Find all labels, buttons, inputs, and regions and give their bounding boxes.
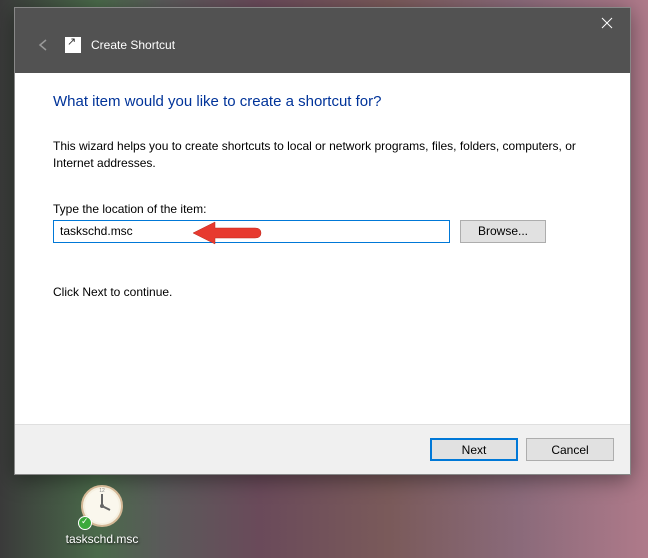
location-input[interactable] xyxy=(53,220,450,243)
continue-instruction: Click Next to continue. xyxy=(53,285,592,299)
back-arrow-icon xyxy=(33,35,53,55)
shortcut-icon xyxy=(65,37,81,53)
create-shortcut-dialog: Create Shortcut What item would you like… xyxy=(14,7,631,475)
dialog-button-bar: Next Cancel xyxy=(15,424,630,474)
dialog-title-bar: Create Shortcut xyxy=(15,8,630,73)
location-input-label: Type the location of the item: xyxy=(53,202,592,216)
svg-text:12: 12 xyxy=(99,488,105,494)
cancel-button[interactable]: Cancel xyxy=(526,438,614,461)
dialog-title: Create Shortcut xyxy=(91,38,175,52)
desktop-shortcut-icon[interactable]: 12 taskschd.msc xyxy=(62,484,142,546)
input-row: Browse... xyxy=(53,220,592,243)
close-button[interactable] xyxy=(584,8,630,38)
checkmark-badge-icon xyxy=(78,516,92,530)
dialog-body: What item would you like to create a sho… xyxy=(15,73,630,424)
browse-button[interactable]: Browse... xyxy=(460,220,546,243)
wizard-heading: What item would you like to create a sho… xyxy=(53,93,592,110)
wizard-description: This wizard helps you to create shortcut… xyxy=(53,138,592,172)
next-button[interactable]: Next xyxy=(430,438,518,461)
clock-icon: 12 xyxy=(80,484,124,528)
desktop-icon-label: taskschd.msc xyxy=(66,532,139,546)
